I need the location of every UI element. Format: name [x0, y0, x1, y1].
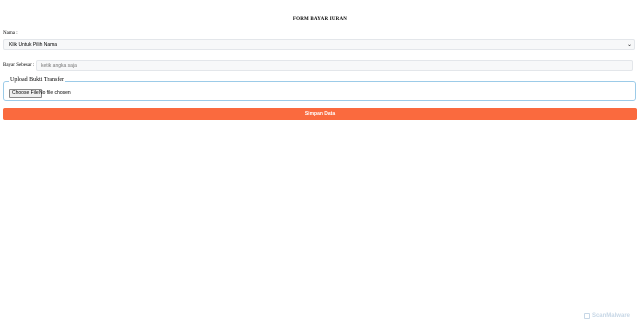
scanmalware-logo-icon — [583, 313, 590, 319]
amount-input[interactable] — [36, 60, 633, 71]
amount-label: Bayar Sebesar : — [3, 63, 35, 68]
upload-legend: Upload Bukti Transfer — [9, 77, 65, 83]
name-select[interactable]: Klik Untuk Pilih Nama ⌄ — [3, 39, 635, 50]
choose-file-button[interactable]: Choose File — [9, 89, 42, 98]
upload-fieldset — [3, 81, 636, 101]
watermark: ScanMalware — [583, 313, 630, 319]
name-select-value: Klik Untuk Pilih Nama — [9, 41, 58, 48]
submit-button[interactable]: Simpan Data — [3, 108, 637, 120]
file-status: No file chosen — [39, 90, 71, 96]
form-title: FORM BAYAR IURAN — [292, 17, 348, 22]
chevron-down-icon: ⌄ — [626, 41, 632, 48]
name-label: Nama : — [3, 31, 18, 36]
watermark-text: ScanMalware — [591, 313, 630, 319]
